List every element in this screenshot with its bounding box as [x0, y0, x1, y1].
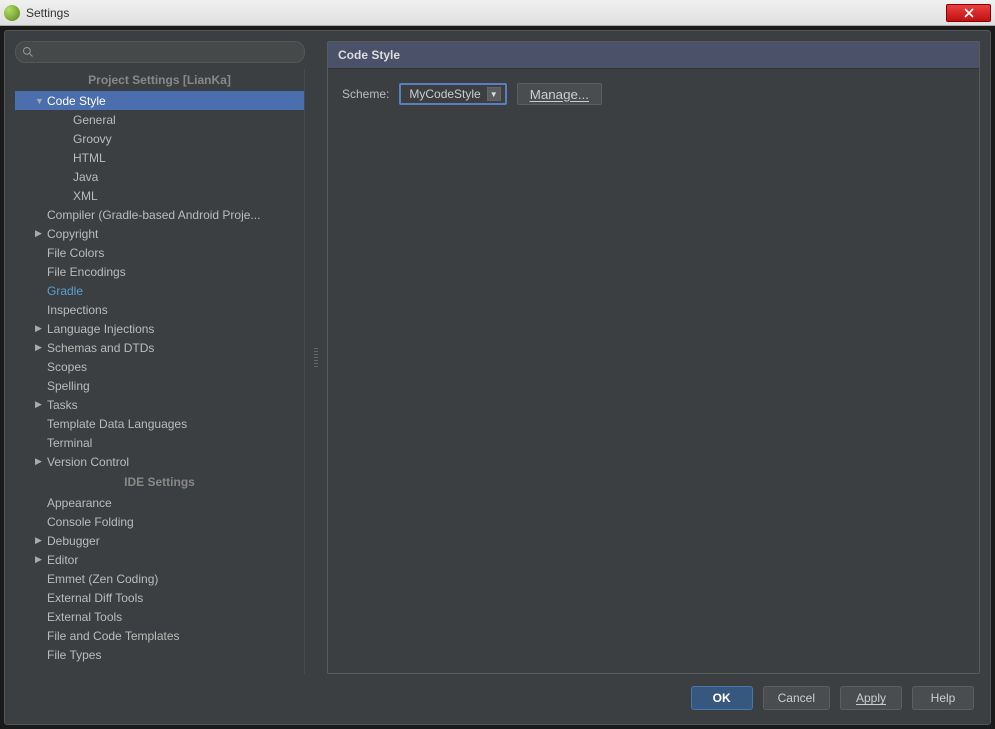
tree-item-label: Code Style [47, 94, 106, 108]
tree-item[interactable]: Spelling [15, 376, 304, 395]
tree-item-label: Debugger [47, 534, 100, 548]
chevron-right-icon[interactable]: ▶ [35, 228, 47, 239]
scheme-row: Scheme: MyCodeStyle ▼ Manage... [342, 83, 965, 105]
tree-item[interactable]: Gradle [15, 281, 304, 300]
right-panel: Code Style Scheme: MyCodeStyle ▼ Manage.… [327, 41, 980, 674]
tree-item[interactable]: General [15, 110, 304, 129]
tree-item-label: Spelling [47, 379, 90, 393]
tree-item-label: File and Code Templates [47, 629, 180, 643]
ok-button[interactable]: OK [691, 686, 753, 710]
section-header-ide: IDE Settings [15, 471, 304, 493]
tree-item-label: XML [73, 189, 98, 203]
apply-button[interactable]: Apply [840, 686, 902, 710]
tree-item-label: External Diff Tools [47, 591, 143, 605]
tree-item[interactable]: Groovy [15, 129, 304, 148]
window-title: Settings [26, 6, 946, 20]
tree-item-label: HTML [73, 151, 106, 165]
manage-label: Manage... [530, 87, 589, 102]
settings-tree[interactable]: Project Settings [LianKa] ▼Code Style Gen… [15, 69, 305, 674]
tree-item-label: Inspections [47, 303, 108, 317]
split-handle[interactable] [313, 41, 319, 674]
tree-item[interactable]: ▶Version Control [15, 452, 304, 471]
tree-item-label: Compiler (Gradle-based Android Proje... [47, 208, 260, 222]
tree-item-label: File Types [47, 648, 101, 662]
section-header-project: Project Settings [LianKa] [15, 69, 304, 91]
tree-item-label: Editor [47, 553, 78, 567]
main-area: Project Settings [LianKa] ▼Code StyleGen… [5, 31, 990, 674]
tree-item-label: Emmet (Zen Coding) [47, 572, 158, 586]
tree-item-label: Terminal [47, 436, 92, 450]
tree-item-label: Schemas and DTDs [47, 341, 154, 355]
chevron-right-icon[interactable]: ▶ [35, 323, 47, 334]
tree-item-label: File Colors [47, 246, 104, 260]
tree-item[interactable]: Inspections [15, 300, 304, 319]
tree-item[interactable]: ▶Copyright [15, 224, 304, 243]
tree-item[interactable]: ▶Tasks [15, 395, 304, 414]
tree-item[interactable]: ▼Code Style [15, 91, 304, 110]
tree-item[interactable]: ▶Editor [15, 550, 304, 569]
chevron-down-icon: ▼ [487, 87, 501, 101]
search-input[interactable] [38, 45, 298, 59]
tree-item[interactable]: Scopes [15, 357, 304, 376]
chevron-right-icon[interactable]: ▶ [35, 399, 47, 410]
search-icon [22, 46, 34, 58]
tree-item-label: Language Injections [47, 322, 154, 336]
titlebar: Settings [0, 0, 995, 26]
button-bar: OK Cancel Apply Help [5, 674, 990, 724]
tree-item-label: Groovy [73, 132, 112, 146]
scheme-value: MyCodeStyle [409, 87, 480, 101]
app-icon [4, 5, 20, 21]
tree-item-label: General [73, 113, 116, 127]
tree-item[interactable]: Console Folding [15, 512, 304, 531]
chevron-right-icon[interactable]: ▶ [35, 554, 47, 565]
chevron-down-icon[interactable]: ▼ [35, 96, 47, 106]
search-field-wrap[interactable] [15, 41, 305, 63]
tree-item[interactable]: XML [15, 186, 304, 205]
help-button[interactable]: Help [912, 686, 974, 710]
tree-item[interactable]: Template Data Languages [15, 414, 304, 433]
tree-item-label: Version Control [47, 455, 129, 469]
tree-item[interactable]: File and Code Templates [15, 626, 304, 645]
manage-button[interactable]: Manage... [517, 83, 602, 105]
tree-item-label: Template Data Languages [47, 417, 187, 431]
tree-item[interactable]: Java [15, 167, 304, 186]
tree-item-label: Java [73, 170, 98, 184]
panel-title: Code Style [328, 42, 979, 69]
tree-item[interactable]: Emmet (Zen Coding) [15, 569, 304, 588]
close-icon [964, 8, 974, 18]
chevron-right-icon[interactable]: ▶ [35, 342, 47, 353]
scheme-select[interactable]: MyCodeStyle ▼ [399, 83, 506, 105]
left-panel: Project Settings [LianKa] ▼Code Style Gen… [15, 41, 305, 674]
apply-label: Apply [856, 691, 886, 705]
tree-item-label: Copyright [47, 227, 98, 241]
tree-item[interactable]: HTML [15, 148, 304, 167]
tree-item[interactable]: External Tools [15, 607, 304, 626]
tree-item[interactable]: Terminal [15, 433, 304, 452]
panel-body: Scheme: MyCodeStyle ▼ Manage... [328, 69, 979, 673]
tree-item[interactable]: Compiler (Gradle-based Android Proje... [15, 205, 304, 224]
dialog-content: Project Settings [LianKa] ▼Code StyleGen… [4, 30, 991, 725]
tree-item[interactable]: External Diff Tools [15, 588, 304, 607]
tree-item[interactable]: ▶Schemas and DTDs [15, 338, 304, 357]
tree-item-label: Tasks [47, 398, 78, 412]
chevron-right-icon[interactable]: ▶ [35, 535, 47, 546]
tree-item[interactable]: ▶Language Injections [15, 319, 304, 338]
tree-item-label: Gradle [47, 284, 83, 298]
tree-item[interactable]: ▶Debugger [15, 531, 304, 550]
scheme-label: Scheme: [342, 87, 389, 101]
grip-icon [314, 348, 318, 368]
close-button[interactable] [946, 4, 991, 22]
tree-item-label: File Encodings [47, 265, 126, 279]
tree-item[interactable]: File Colors [15, 243, 304, 262]
tree-item-label: External Tools [47, 610, 122, 624]
cancel-button[interactable]: Cancel [763, 686, 830, 710]
tree-item-label: Scopes [47, 360, 87, 374]
tree-item[interactable]: File Types [15, 645, 304, 664]
tree-item[interactable]: Appearance [15, 493, 304, 512]
tree-item-label: Console Folding [47, 515, 134, 529]
tree-item-label: Appearance [47, 496, 112, 510]
chevron-right-icon[interactable]: ▶ [35, 456, 47, 467]
tree-item[interactable]: File Encodings [15, 262, 304, 281]
